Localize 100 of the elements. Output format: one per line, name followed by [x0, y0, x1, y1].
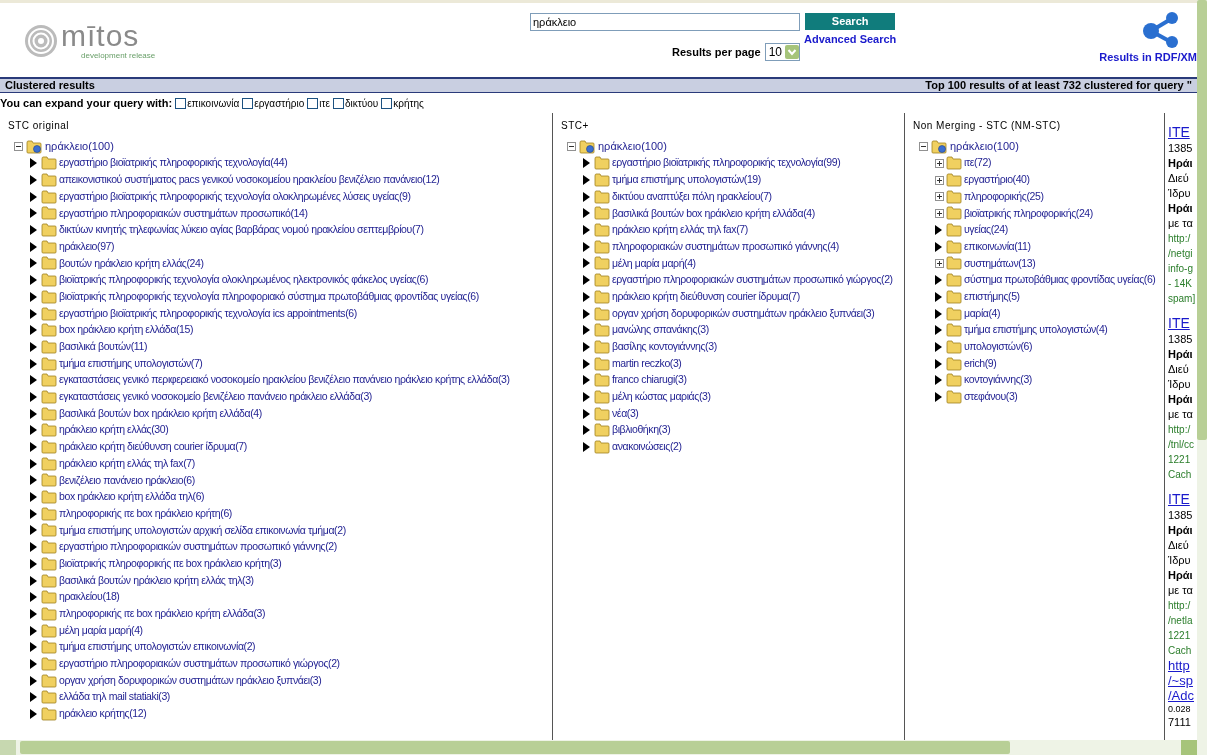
- expand-icon[interactable]: [935, 258, 944, 268]
- tree-node[interactable]: εγκαταστάσεις γενικό νοσοκομείο βενιζέλειο πανάνειο ηράκλειο ελλάδα(3): [59, 389, 372, 405]
- tree-node[interactable]: ηράκλειο κρήτη ελλάς τηλ fax(7): [59, 455, 195, 472]
- expand-arrow-icon[interactable]: [583, 341, 590, 352]
- rdf-results-link[interactable]: Results in RDF/XM: [1099, 49, 1197, 66]
- result-link[interactable]: /~sp: [1168, 673, 1197, 688]
- tree-node[interactable]: βιοϊατρικής πληροφορικής τεχνολογία πληροφοριακό σύστημα πρωτοβάθμιας φροντίδας υγείας(6): [59, 288, 479, 305]
- tree-node[interactable]: ανακοινώσεις(2): [612, 439, 682, 455]
- expand-arrow-icon[interactable]: [935, 358, 942, 369]
- tree-node[interactable]: βασιλικά βουτών(11): [59, 339, 147, 355]
- expand-arrow-icon[interactable]: [30, 241, 37, 252]
- tree-node[interactable]: βασιλικά βουτών box ηράκλειο κρήτη ελλάδα(4): [59, 405, 262, 422]
- expand-arrow-icon[interactable]: [30, 608, 37, 619]
- tree-node[interactable]: επιστήμης(5): [964, 288, 1020, 305]
- expand-arrow-icon[interactable]: [935, 308, 942, 319]
- expand-arrow-icon[interactable]: [30, 558, 37, 569]
- tree-node[interactable]: εργαστήριο βιοϊατρικής πληροφορικής τεχνολογία ics appointments(6): [59, 305, 357, 322]
- expand-arrow-icon[interactable]: [583, 275, 590, 286]
- expand-icon[interactable]: [935, 175, 944, 185]
- expand-arrow-icon[interactable]: [30, 642, 37, 653]
- expand-arrow-icon[interactable]: [30, 592, 37, 603]
- expand-arrow-icon[interactable]: [30, 525, 37, 536]
- result-link[interactable]: /Adc: [1168, 688, 1197, 703]
- checkbox[interactable]: [175, 97, 187, 109]
- tree-node[interactable]: εργαστήριο πληροφοριακών συστημάτων προσωπικό(14): [59, 205, 308, 222]
- search-field[interactable]: ηράκλειο: [530, 13, 800, 31]
- tree-node[interactable]: ηρακλείου(18): [59, 589, 120, 606]
- advanced-search-link[interactable]: Advanced Search: [804, 31, 897, 48]
- expand-arrow-icon[interactable]: [583, 225, 590, 236]
- tree-node[interactable]: βενιζέλειο πανάνειο ηράκλειο(6): [59, 472, 195, 489]
- tree-node[interactable]: martin reczko(3): [612, 355, 682, 372]
- tree-node[interactable]: μέλη κώστας μαριάς(3): [612, 389, 711, 405]
- tree-node[interactable]: πληροφορικής ιτε box ηράκλειο κρήτη ελλάδα(3): [59, 606, 266, 622]
- expand-arrow-icon[interactable]: [30, 391, 37, 402]
- tree-node[interactable]: πληροφορικής ιτε box ηράκλειο κρήτη(6): [59, 505, 232, 522]
- tree-node[interactable]: απεικονιστικού συστήματος pacs γενικού νοσοκομείου ηρακλείου βενιζέλειο πανάνειο(12): [59, 172, 440, 188]
- expand-arrow-icon[interactable]: [30, 425, 37, 436]
- expand-arrow-icon[interactable]: [30, 575, 37, 586]
- expand-arrow-icon[interactable]: [30, 475, 37, 486]
- tree-node[interactable]: εργαστήριο βιοϊατρικής πληροφορικής τεχνολογία(99): [612, 155, 841, 172]
- tree-node[interactable]: μέλη μαρία μαρή(4): [59, 622, 143, 639]
- tree-node[interactable]: εγκαταστάσεις γενικό περιφερειακό νοσοκομείο ηρακλείου βενιζέλειο πανάνειο ηράκλειο κρήτης ελλάδα(3): [59, 372, 510, 389]
- expand-arrow-icon[interactable]: [30, 358, 37, 369]
- tree-node[interactable]: εργαστήριο πληροφοριακών συστημάτων προσωπικό γιάννης(2): [59, 539, 337, 556]
- expand-arrow-icon[interactable]: [935, 225, 942, 236]
- tree-node[interactable]: νέα(3): [612, 405, 639, 422]
- tree-node[interactable]: τμήμα επιστήμης υπολογιστών(19): [612, 172, 761, 188]
- result-title-link[interactable]: ITE: [1168, 314, 1197, 332]
- expand-arrow-icon[interactable]: [583, 175, 590, 186]
- tree-node[interactable]: εργαστήριο πληροφοριακών συστημάτων προσωπικό γιώργος(2): [59, 656, 340, 672]
- expand-arrow-icon[interactable]: [30, 675, 37, 686]
- horizontal-scrollbar[interactable]: [0, 740, 1197, 755]
- expand-arrow-icon[interactable]: [30, 158, 37, 169]
- expand-arrow-icon[interactable]: [30, 175, 37, 186]
- tree-node[interactable]: βιοϊατρικής πληροφορικής τεχνολογία ολοκληρωμένος ηλεκτρονικός φάκελος υγείας(6): [59, 272, 429, 289]
- expand-arrow-icon[interactable]: [30, 275, 37, 286]
- tree-node[interactable]: box ηράκλειο κρήτη ελλάδα τηλ(6): [59, 489, 205, 505]
- expand-arrow-icon[interactable]: [935, 291, 942, 302]
- tree-node[interactable]: τμήμα επιστήμης υπολογιστών αρχική σελίδα επικοινωνία τμήμα(2): [59, 522, 346, 539]
- tree-node[interactable]: δικτύου αναπτύξει πόλη ηρακλείου(7): [612, 188, 772, 205]
- result-title-link[interactable]: ITE: [1168, 490, 1197, 508]
- tree-node[interactable]: ηράκλειο κρήτης(12): [59, 706, 147, 722]
- expand-arrow-icon[interactable]: [935, 275, 942, 286]
- tree-node[interactable]: βασίλης κοντογιάννης(3): [612, 339, 717, 355]
- checkbox-label[interactable]: εργαστήριο: [254, 95, 305, 111]
- tree-node[interactable]: εργαστήριο πληροφοριακών συστημάτων προσωπικό γιώργος(2): [612, 272, 893, 289]
- tree-node[interactable]: ηράκλειο(100): [45, 138, 114, 155]
- collapse-icon[interactable]: [567, 142, 576, 151]
- expand-arrow-icon[interactable]: [583, 291, 590, 302]
- tree-node[interactable]: εργαστήριο(40): [964, 172, 1030, 188]
- tree-node[interactable]: τμήμα επιστήμης υπολογιστών(4): [964, 322, 1108, 339]
- tree-node[interactable]: οργαν χρήση δορυφορικών συστημάτων ηράκλειο ξυπνάει(3): [612, 305, 875, 322]
- result-title-link[interactable]: ITE: [1168, 123, 1197, 141]
- tree-node[interactable]: οργαν χρήση δορυφορικών συστημάτων ηράκλειο ξυπνάει(3): [59, 672, 322, 689]
- expand-arrow-icon[interactable]: [583, 375, 590, 386]
- expand-arrow-icon[interactable]: [30, 208, 37, 219]
- network-nodes-icon[interactable]: [1141, 11, 1181, 49]
- expand-arrow-icon[interactable]: [583, 191, 590, 202]
- expand-arrow-icon[interactable]: [30, 658, 37, 669]
- tree-node[interactable]: franco chiarugi(3): [612, 372, 687, 389]
- tree-node[interactable]: ιτε(72): [964, 155, 992, 172]
- expand-arrow-icon[interactable]: [935, 241, 942, 252]
- search-button[interactable]: Search: [805, 13, 896, 30]
- tree-node[interactable]: ηράκλειο(100): [950, 138, 1019, 155]
- expand-arrow-icon[interactable]: [583, 158, 590, 169]
- tree-node[interactable]: βουτών ηράκλειο κρήτη ελλάς(24): [59, 255, 204, 272]
- checkbox-label[interactable]: επικοινωνία: [187, 95, 240, 111]
- tree-node[interactable]: δικτύων κινητής τηλεφωνίας λύκειο αγίας βαρβάρας νομού ηρακλείου σεπτεμβρίου(7): [59, 222, 424, 238]
- tree-node[interactable]: μέλη μαρία μαρή(4): [612, 255, 696, 272]
- expand-arrow-icon[interactable]: [30, 508, 37, 519]
- expand-arrow-icon[interactable]: [583, 208, 590, 219]
- tree-node[interactable]: βασιλικά βουτών ηράκλειο κρήτη ελλάς τηλ(3): [59, 572, 254, 589]
- expand-arrow-icon[interactable]: [583, 391, 590, 402]
- expand-arrow-icon[interactable]: [30, 542, 37, 553]
- tree-node[interactable]: υγείας(24): [964, 222, 1008, 238]
- tree-node[interactable]: erich(9): [964, 355, 997, 372]
- expand-arrow-icon[interactable]: [30, 625, 37, 636]
- tree-node[interactable]: μανώλης σπανάκης(3): [612, 322, 709, 339]
- result-link[interactable]: http: [1168, 658, 1197, 673]
- results-per-page-select[interactable]: 10: [764, 43, 800, 61]
